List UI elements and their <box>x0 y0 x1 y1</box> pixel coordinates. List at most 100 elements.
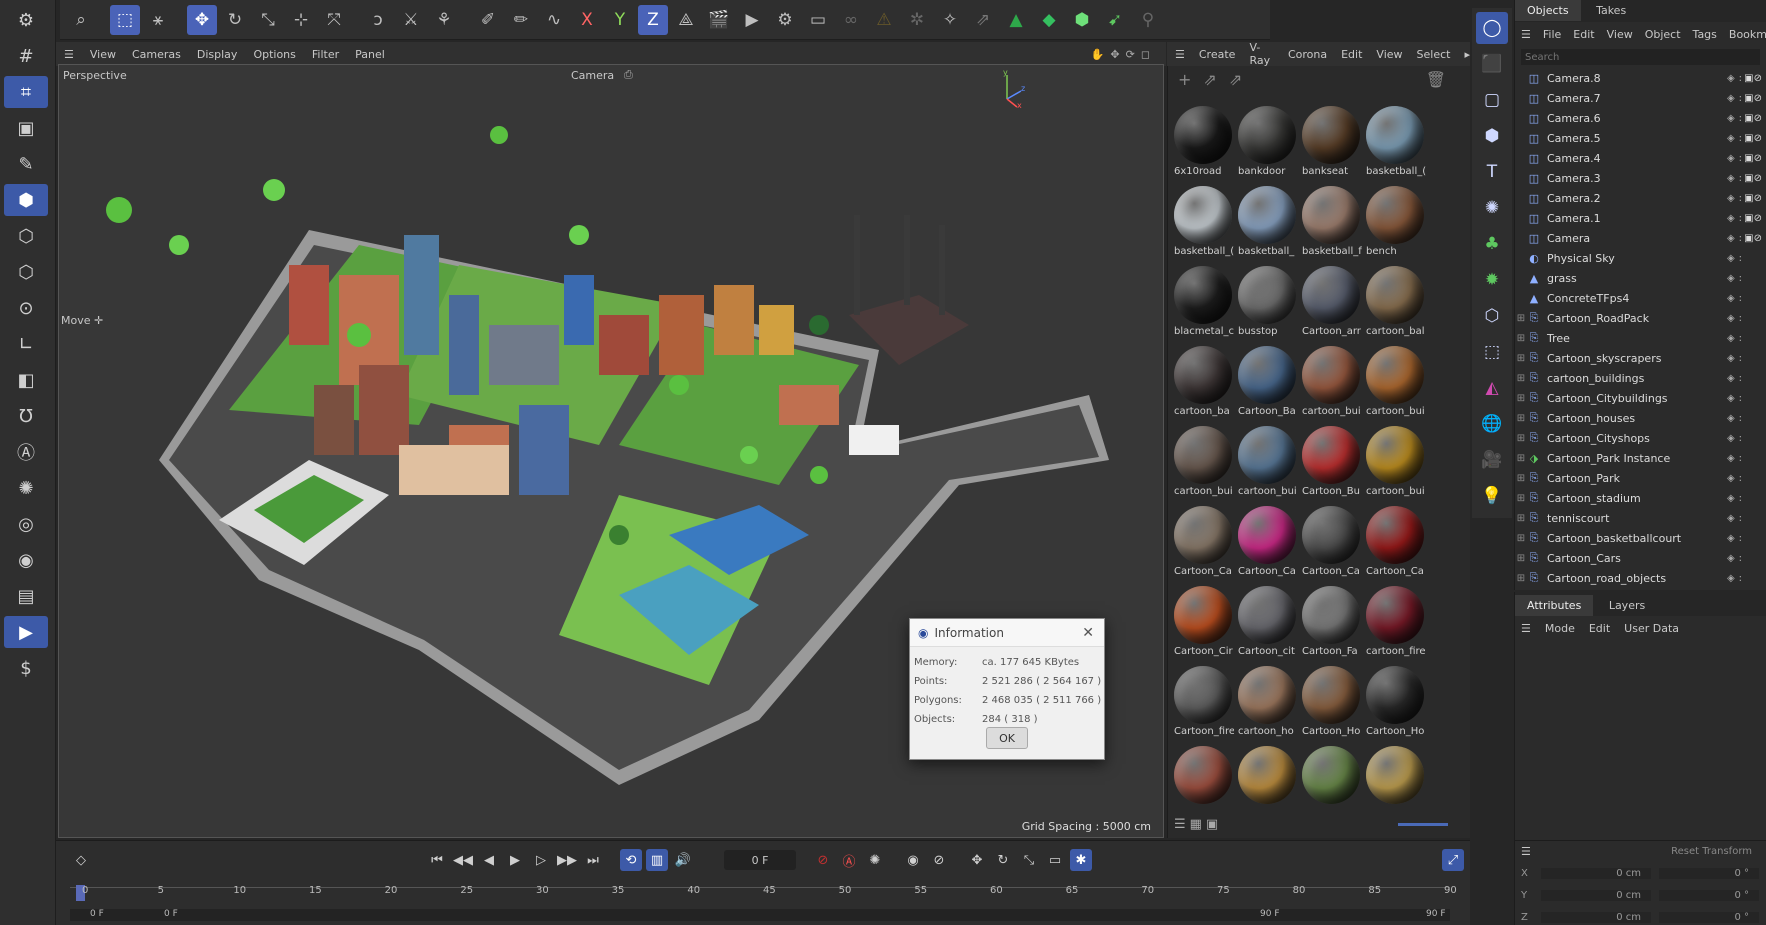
material-swatch[interactable] <box>1172 744 1234 822</box>
material-swatch[interactable]: cartoon_bui <box>1236 424 1298 502</box>
grid-icon[interactable]: # <box>4 40 48 72</box>
visibility-dots-icon[interactable]: ◈: <box>1727 373 1746 384</box>
tag-icons[interactable]: ▣⊘ <box>1744 73 1762 84</box>
object-row[interactable]: ▣⊘ ◫ Camera.7 ◈: <box>1515 88 1766 108</box>
object-row[interactable]: ⊞ ⎘ Cartoon_basketballcourt ◈: <box>1515 528 1766 548</box>
export-icon[interactable]: ⇗ <box>1203 70 1216 96</box>
zoom-slider[interactable] <box>1398 823 1448 826</box>
spline-pen-icon[interactable]: ↄ <box>363 5 393 35</box>
arrow-green-icon[interactable]: ➹ <box>1100 5 1130 35</box>
cube-lightgreen-icon[interactable]: ⬢ <box>1067 5 1097 35</box>
visibility-dots-icon[interactable]: ◈: <box>1727 453 1746 464</box>
view-mode-icons[interactable]: ☰▦▣ <box>1174 817 1222 832</box>
material-swatch[interactable]: cartoon_bui <box>1172 424 1234 502</box>
object-row[interactable]: ⊞ ⎘ Cartoon_road_objects ◈: <box>1515 568 1766 588</box>
material-swatch[interactable]: basketball_( <box>1172 184 1234 262</box>
prev-frame-icon[interactable]: ◀ <box>478 849 500 871</box>
viewport-nav-icons[interactable]: ✋✥⟳◻ <box>1091 48 1156 61</box>
visibility-dots-icon[interactable]: ◈: <box>1727 473 1746 484</box>
object-row[interactable]: ⊞ ⎘ Tree ◈: <box>1515 328 1766 348</box>
tag-icons[interactable]: ▣⊘ <box>1744 93 1762 104</box>
generator-icon[interactable]: ✺ <box>1476 192 1508 224</box>
warning-icon[interactable]: ⚠ <box>869 5 899 35</box>
target-icon[interactable]: ◎ <box>4 508 48 540</box>
go-start-icon[interactable]: ⏮ <box>426 849 448 871</box>
pen-icon[interactable]: ✎ <box>4 148 48 180</box>
object-name[interactable]: cartoon_buildings <box>1547 372 1644 385</box>
rotate-icon[interactable]: ↻ <box>220 5 250 35</box>
material-menu-view[interactable]: View <box>1376 48 1402 61</box>
play-icon[interactable]: ▶ <box>504 849 526 871</box>
fcurve-icon[interactable]: ⤢ <box>1442 849 1464 871</box>
material-menu-create[interactable]: Create <box>1199 48 1236 61</box>
trash-icon[interactable]: 🗑 <box>1426 70 1446 96</box>
object-name[interactable]: tenniscourt <box>1547 512 1609 525</box>
object-name[interactable]: Camera.6 <box>1547 112 1601 125</box>
tag-icons[interactable]: ▣⊘ <box>1744 113 1762 124</box>
object-menu-view[interactable]: View <box>1607 28 1633 41</box>
scale-icon[interactable]: ⤡ <box>253 5 283 35</box>
hamburger-icon[interactable]: ☰ <box>1521 845 1531 858</box>
tab-layers[interactable]: Layers <box>1597 595 1657 616</box>
material-swatch[interactable]: Cartoon_Ho <box>1300 664 1362 742</box>
visibility-dots-icon[interactable]: ◈: <box>1727 253 1746 264</box>
material-swatch[interactable]: cartoon_bui <box>1364 344 1426 422</box>
z-axis-icon[interactable]: Z <box>638 4 668 35</box>
key-settings-icon[interactable]: ✺ <box>864 849 886 871</box>
object-search-input[interactable] <box>1521 49 1760 65</box>
search-icon[interactable]: ⌕ <box>66 5 96 35</box>
expand-icon[interactable]: ⊞ <box>1515 433 1527 444</box>
axis-icon[interactable]: ∟ <box>4 328 48 360</box>
material-swatch[interactable]: cartoon_fire <box>1364 584 1426 662</box>
material-swatch[interactable]: Cartoon_Ho <box>1364 664 1426 742</box>
material-swatch[interactable]: basketball_f <box>1300 184 1362 262</box>
material-menu-select[interactable]: Select <box>1417 48 1451 61</box>
material-swatch[interactable]: Cartoon_Bu <box>1300 424 1362 502</box>
live-select-icon[interactable]: ⚹ <box>143 5 173 35</box>
render-view-icon[interactable]: ▶ <box>737 5 767 35</box>
hamburger-icon[interactable]: ☰ <box>1175 48 1185 61</box>
hamburger-icon[interactable]: ☰ <box>1521 28 1531 41</box>
material-swatch[interactable]: cartoon_bal <box>1364 264 1426 342</box>
visibility-dots-icon[interactable]: ◈: <box>1727 313 1746 324</box>
point-mode-icon[interactable]: ⊙ <box>4 292 48 324</box>
ok-button[interactable]: OK <box>986 727 1028 749</box>
param-key-icon[interactable]: ▭ <box>1044 849 1066 871</box>
object-name[interactable]: Camera.4 <box>1547 152 1601 165</box>
viewport-menu-cameras[interactable]: Cameras <box>132 48 181 61</box>
range-end[interactable]: 90 F <box>1260 909 1280 919</box>
material-swatch[interactable]: cartoon_ho <box>1236 664 1298 742</box>
viewport-menu-options[interactable]: Options <box>253 48 295 61</box>
scale-key-icon[interactable]: ⤡ <box>1018 849 1040 871</box>
material-swatch[interactable] <box>1236 744 1298 822</box>
environment-icon[interactable]: 🌐 <box>1476 408 1508 440</box>
material-swatch[interactable]: bankdoor <box>1236 104 1298 182</box>
x-axis-icon[interactable]: X <box>572 5 602 35</box>
visibility-dots-icon[interactable]: ◈: <box>1727 73 1746 84</box>
export-icon[interactable]: ⇗ <box>968 5 998 35</box>
solo-icon[interactable]: ◧ <box>4 364 48 396</box>
reset-transform-button[interactable]: Reset Transform <box>1671 846 1752 857</box>
object-icon[interactable]: ◯ <box>1476 12 1508 44</box>
material-swatch[interactable]: 6x10road <box>1172 104 1234 182</box>
viewport-menu-filter[interactable]: Filter <box>312 48 339 61</box>
object-row[interactable]: ⊞ ⎘ Cartoon_Cars ◈: <box>1515 548 1766 568</box>
magnet-icon[interactable]: Ʊ <box>4 400 48 432</box>
go-end-icon[interactable]: ⏭ <box>582 849 604 871</box>
y-axis-icon[interactable]: Y <box>605 5 635 35</box>
viewport-menu-display[interactable]: Display <box>197 48 238 61</box>
object-row[interactable]: ▣⊘ ◫ Camera.3 ◈: <box>1515 168 1766 188</box>
eye-icon[interactable]: ◉ <box>4 544 48 576</box>
material-swatch[interactable]: cartoon_bui <box>1364 424 1426 502</box>
visibility-dots-icon[interactable]: ◈: <box>1727 273 1746 284</box>
add-icon[interactable]: ⊹ <box>286 5 316 35</box>
object-row[interactable]: ▲ ConcreteTFps4 ◈: <box>1515 288 1766 308</box>
material-menu-corona[interactable]: Corona <box>1288 48 1327 61</box>
material-swatch[interactable]: Cartoon_Ba <box>1236 344 1298 422</box>
sparkle-icon[interactable]: ✧ <box>935 5 965 35</box>
visibility-dots-icon[interactable]: ◈: <box>1727 433 1746 444</box>
visibility-dots-icon[interactable]: ◈: <box>1727 513 1746 524</box>
gear-icon[interactable]: ⚙ <box>4 4 48 36</box>
position-field[interactable]: 0 cm <box>1541 889 1651 901</box>
object-row[interactable]: ⊞ ⎘ Cartoon_skyscrapers ◈: <box>1515 348 1766 368</box>
